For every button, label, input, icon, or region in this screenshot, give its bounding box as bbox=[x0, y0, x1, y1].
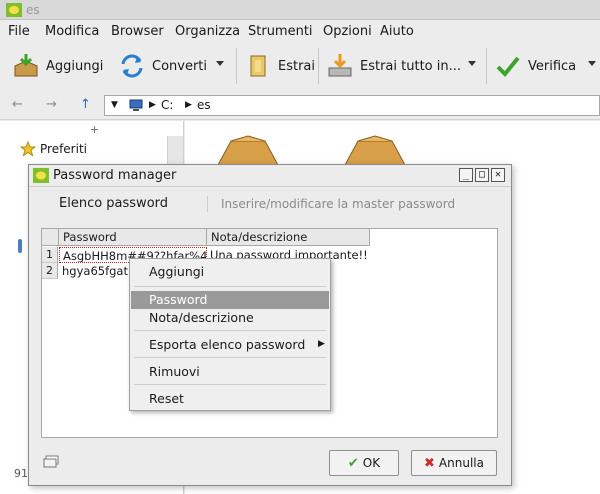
toolbar-separator bbox=[486, 48, 487, 84]
extract-all-button[interactable]: Estrai tutto in... bbox=[326, 50, 461, 82]
menu-item-note[interactable]: Nota/descrizione bbox=[131, 309, 329, 327]
extract-button[interactable]: Estrai bbox=[244, 50, 315, 82]
extract-icon bbox=[250, 55, 266, 77]
add-archive-icon bbox=[14, 54, 38, 77]
toolbar: Aggiungi Converti Estrai Estrai tutto in… bbox=[0, 42, 600, 90]
menu-item-remove[interactable]: Rimuovi bbox=[131, 363, 329, 381]
menu-modifica[interactable]: Modifica bbox=[45, 24, 99, 39]
archive-file-icon[interactable] bbox=[203, 135, 293, 165]
sidebar-item-favorites[interactable]: Preferiti bbox=[40, 142, 87, 156]
computer-icon bbox=[129, 99, 143, 111]
menu-item-add[interactable]: Aggiungi bbox=[131, 263, 329, 281]
menu-item-password[interactable]: Password bbox=[131, 291, 329, 309]
verify-button[interactable]: Verifica bbox=[494, 50, 576, 82]
submenu-arrow-icon: ▶ bbox=[318, 339, 325, 349]
extract-label: Estrai bbox=[278, 58, 316, 74]
menu-strumenti[interactable]: Strumenti bbox=[248, 24, 313, 39]
toolbar-separator bbox=[236, 48, 237, 84]
app-logo-icon bbox=[6, 3, 22, 17]
path-drive[interactable]: C: bbox=[161, 98, 173, 112]
cancel-label: Annulla bbox=[438, 456, 484, 470]
forward-icon[interactable]: → bbox=[46, 97, 57, 112]
extract-all-label: Estrai tutto in... bbox=[360, 58, 462, 74]
cancel-x-icon: ✖ bbox=[424, 455, 435, 471]
window-title: es bbox=[26, 3, 40, 17]
menubar: File Modifica Browser Organizza Strument… bbox=[0, 20, 600, 42]
ok-label: OK bbox=[362, 456, 381, 470]
menu-aiuto[interactable]: Aiuto bbox=[380, 24, 414, 39]
comment-icon[interactable] bbox=[43, 455, 59, 469]
expand-icon[interactable]: + bbox=[90, 123, 99, 136]
convert-icon bbox=[121, 54, 143, 78]
row-number[interactable]: 1 bbox=[42, 247, 58, 263]
sidebar-marker-icon bbox=[18, 239, 22, 253]
tab-password-list[interactable]: Elenco password bbox=[59, 196, 168, 211]
menu-separator bbox=[134, 384, 326, 385]
toolbar-separator bbox=[318, 48, 319, 84]
tab-divider bbox=[207, 196, 208, 212]
star-icon bbox=[20, 141, 36, 157]
path-chevron-icon: ▶ bbox=[149, 100, 156, 110]
verify-label: Verifica bbox=[528, 58, 577, 74]
up-icon[interactable]: ↑ bbox=[80, 97, 91, 112]
convert-button[interactable]: Converti bbox=[118, 50, 207, 82]
path-chevron-icon: ▶ bbox=[185, 100, 192, 110]
dialog-title: Password manager bbox=[53, 168, 177, 183]
cancel-button[interactable]: ✖ Annulla bbox=[411, 450, 497, 476]
column-header-password[interactable]: Password bbox=[59, 229, 207, 246]
menu-separator bbox=[134, 330, 326, 331]
path-dropdown-icon[interactable]: ▼ bbox=[111, 100, 118, 110]
sidebar-number: 91 bbox=[14, 467, 28, 480]
menu-item-export[interactable]: Esporta elenco password bbox=[131, 336, 329, 354]
path-folder[interactable]: es bbox=[197, 98, 211, 112]
tab-master-password[interactable]: Inserire/modificare la master password bbox=[221, 197, 455, 211]
close-icon[interactable]: ✕ bbox=[491, 168, 505, 182]
table-corner bbox=[42, 229, 59, 246]
column-header-note[interactable]: Nota/descrizione bbox=[207, 229, 370, 246]
dialog-logo-icon bbox=[33, 168, 49, 183]
context-menu: Aggiungi Password Nota/descrizione Espor… bbox=[129, 258, 331, 411]
menu-browser[interactable]: Browser bbox=[111, 24, 164, 39]
check-icon: ✔ bbox=[347, 455, 359, 471]
verify-dropdown-icon[interactable] bbox=[588, 61, 596, 66]
extract-all-icon bbox=[328, 54, 352, 77]
extract-all-dropdown-icon[interactable] bbox=[468, 61, 476, 66]
menu-organizza[interactable]: Organizza bbox=[175, 24, 240, 39]
minimize-icon[interactable]: _ bbox=[459, 168, 473, 182]
menu-separator bbox=[134, 357, 326, 358]
menu-file[interactable]: File bbox=[8, 24, 30, 39]
ok-button[interactable]: ✔ OK bbox=[329, 450, 399, 476]
add-label: Aggiungi bbox=[46, 58, 104, 74]
convert-label: Converti bbox=[152, 58, 208, 74]
path-bar[interactable]: ▼ ▶ C: ▶ es bbox=[104, 95, 600, 116]
menu-item-reset[interactable]: Reset bbox=[131, 390, 329, 408]
navigation-bar: ← → ↑ ▼ ▶ C: ▶ es bbox=[0, 90, 600, 120]
back-icon[interactable]: ← bbox=[12, 97, 23, 112]
window-titlebar: es bbox=[0, 0, 600, 20]
verify-check-icon bbox=[496, 56, 520, 77]
archive-file-icon[interactable] bbox=[330, 135, 420, 165]
dialog-titlebar: Password manager _ □ ✕ bbox=[29, 165, 511, 187]
menu-opzioni[interactable]: Opzioni bbox=[323, 24, 372, 39]
row-number[interactable]: 2 bbox=[42, 263, 58, 279]
convert-dropdown-icon[interactable] bbox=[216, 61, 224, 66]
menu-separator bbox=[134, 286, 326, 287]
add-button[interactable]: Aggiungi bbox=[12, 50, 103, 82]
maximize-icon[interactable]: □ bbox=[475, 168, 489, 182]
